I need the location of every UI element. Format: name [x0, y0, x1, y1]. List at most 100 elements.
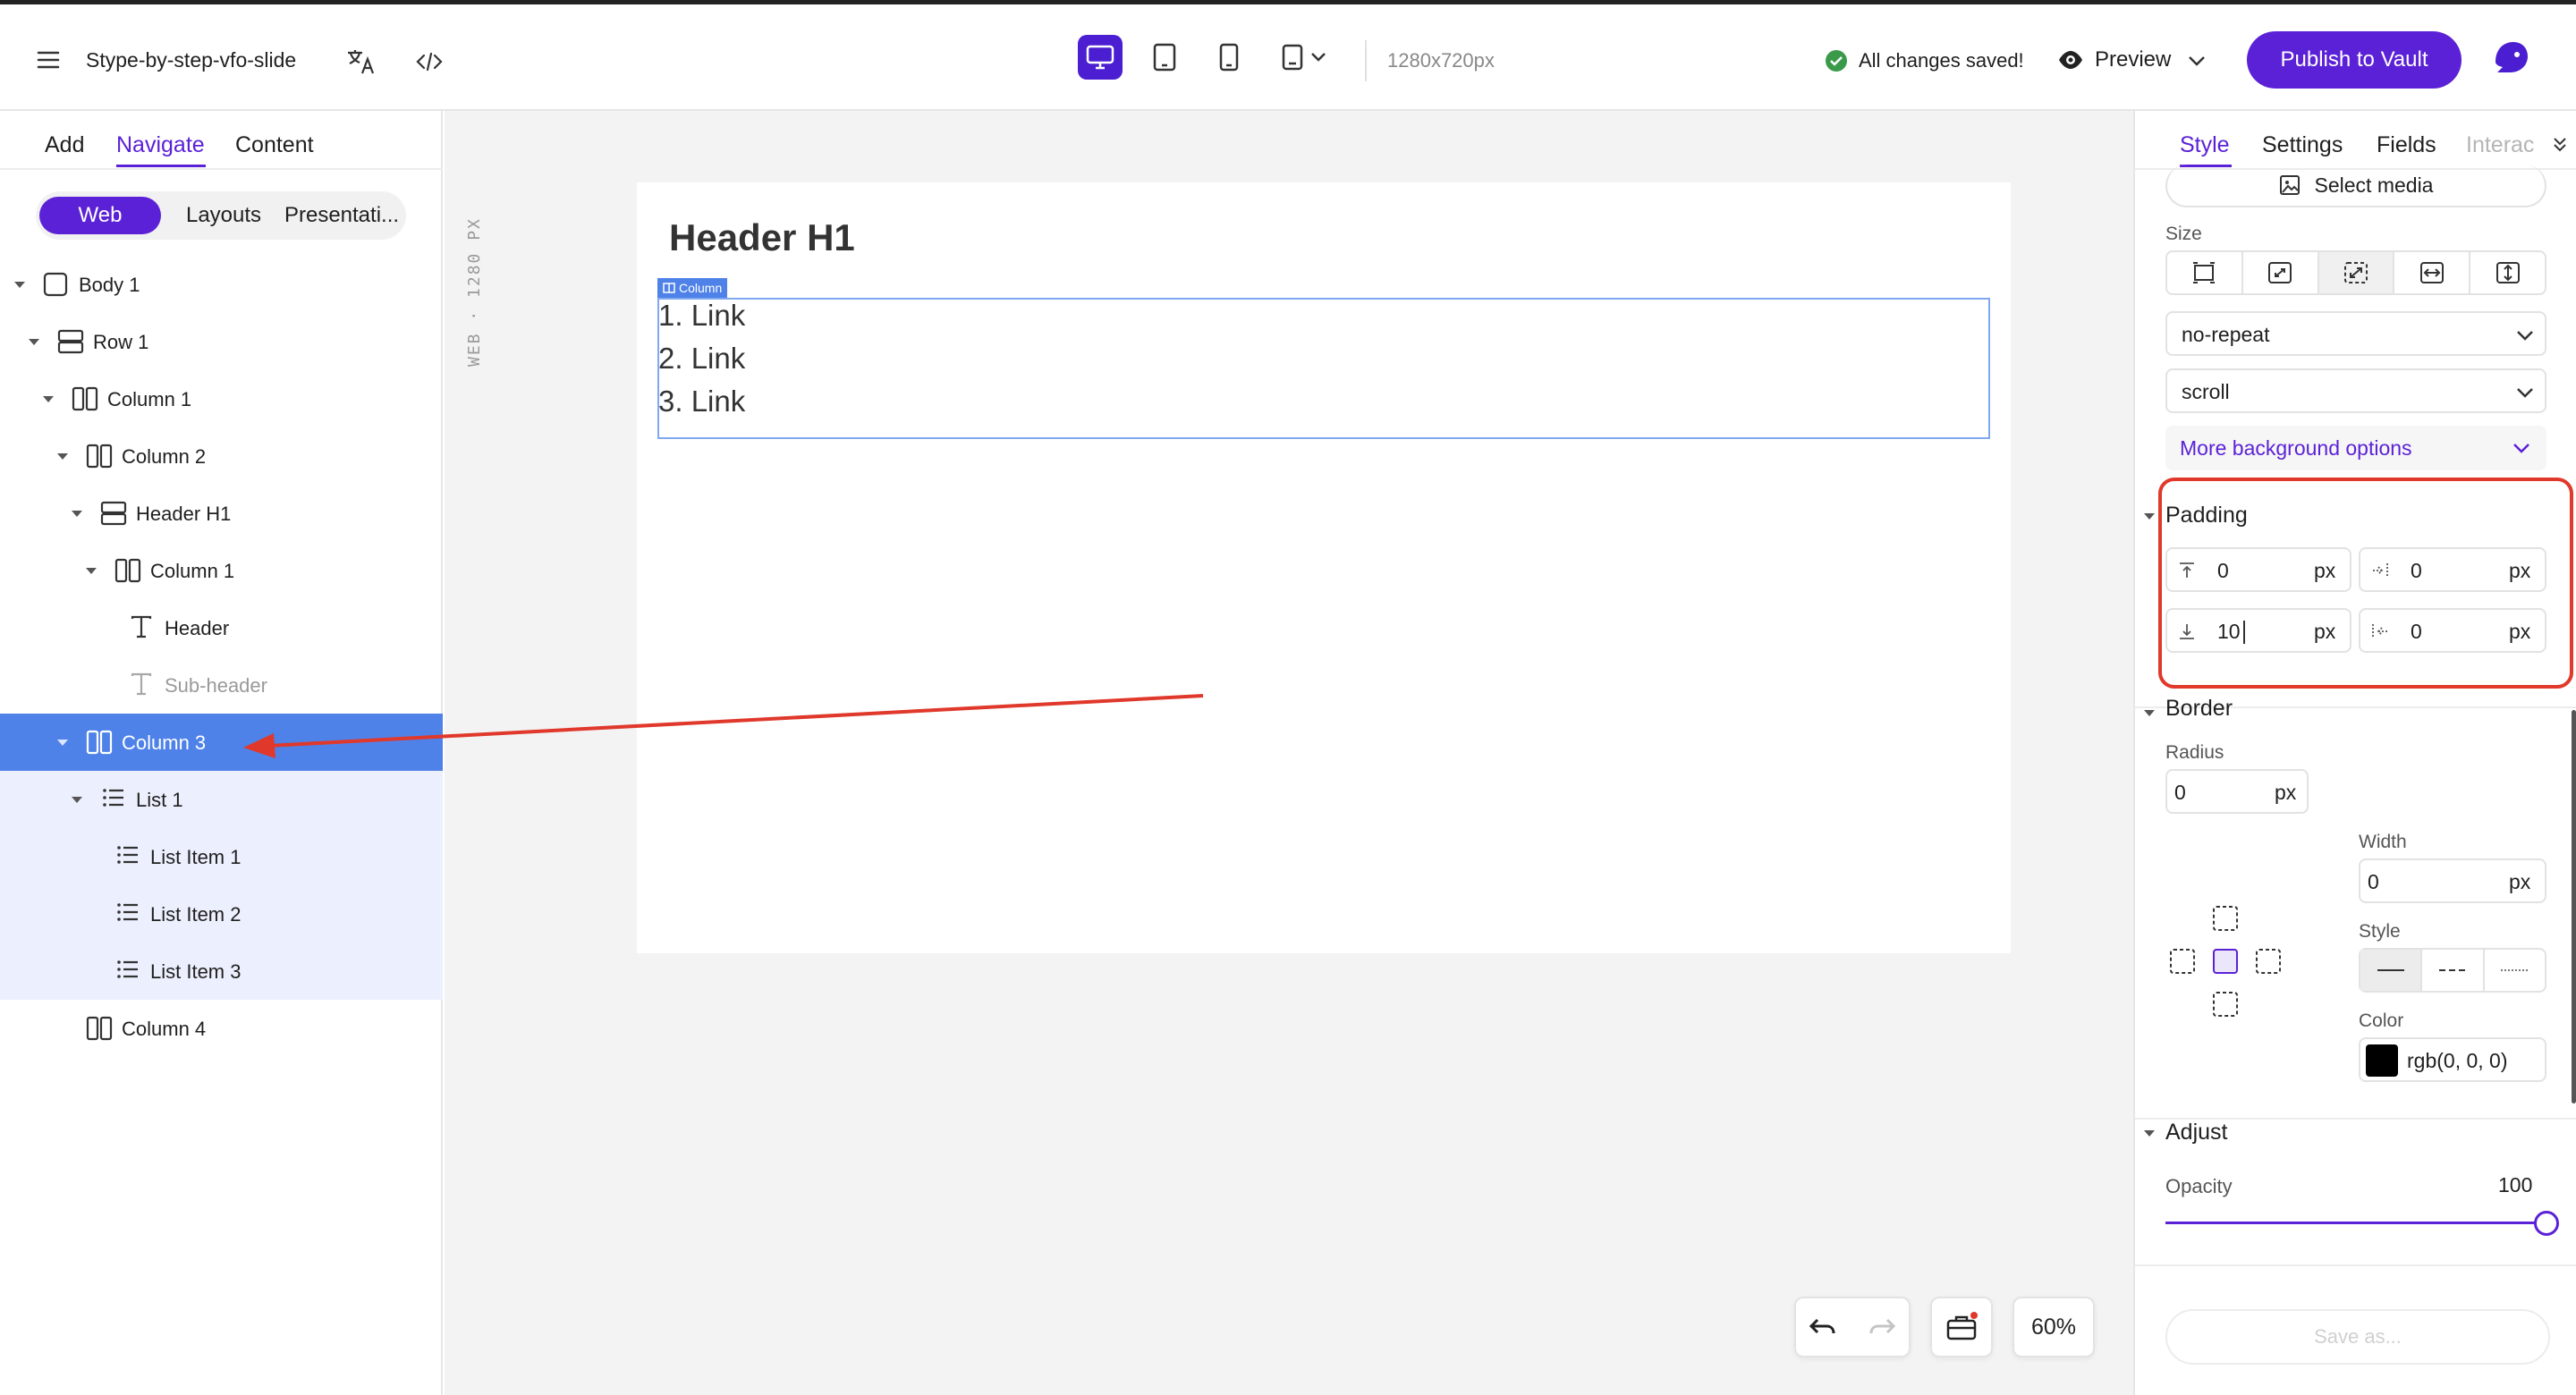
code-icon[interactable]: [410, 42, 449, 81]
mobile-device-button[interactable]: [1207, 35, 1251, 80]
row-icon: [100, 501, 127, 526]
opacity-slider-track[interactable]: [2165, 1222, 2541, 1224]
size-height-option[interactable]: [2470, 252, 2545, 293]
tree-item-label: List 1: [136, 789, 183, 811]
selected-column-frame[interactable]: [657, 298, 1990, 439]
device-dropdown-button[interactable]: [1274, 35, 1343, 80]
radius-field[interactable]: 0 px: [2165, 769, 2309, 814]
more-background-options[interactable]: More background options: [2165, 426, 2546, 470]
expand-caret-icon[interactable]: [72, 797, 82, 803]
color-swatch[interactable]: [2366, 1044, 2398, 1077]
expand-caret-icon[interactable]: [86, 568, 97, 574]
user-avatar-icon[interactable]: [2490, 37, 2533, 81]
redo-icon[interactable]: [1866, 1316, 1896, 1338]
canvas-header-h1[interactable]: Header H1: [669, 216, 855, 259]
tree-item[interactable]: Column 2: [0, 427, 443, 485]
tab-settings[interactable]: Settings: [2262, 132, 2343, 158]
border-style-options: [2359, 948, 2546, 993]
expand-caret-icon[interactable]: [43, 396, 54, 402]
expand-caret-icon[interactable]: [29, 339, 39, 345]
padding-highlight-annotation: [2158, 478, 2573, 689]
device-dropdown-icon: [1282, 44, 1326, 71]
tab-add[interactable]: Add: [45, 132, 84, 158]
tree-item[interactable]: Column 4: [0, 1000, 443, 1057]
expand-caret-icon[interactable]: [57, 453, 68, 460]
size-auto-option[interactable]: [2167, 252, 2243, 293]
select-media-label: Select media: [2314, 173, 2434, 197]
tab-content[interactable]: Content: [235, 132, 314, 158]
tree-item-label: Column 1: [150, 560, 235, 582]
border-collapse-caret[interactable]: [2144, 710, 2155, 716]
list-icon: [116, 901, 140, 923]
segment-presentation[interactable]: Presentati...: [283, 197, 401, 234]
menu-icon[interactable]: [30, 42, 66, 78]
size-width-option[interactable]: [2394, 252, 2471, 293]
tree-item[interactable]: List Item 3: [0, 943, 443, 1000]
text-icon: [131, 672, 152, 696]
toolbar-divider: [1365, 40, 1367, 81]
segment-web[interactable]: Web: [39, 197, 161, 234]
tree-item[interactable]: Column 1: [0, 370, 443, 427]
border-dotted-option[interactable]: [2485, 950, 2545, 991]
attachment-select[interactable]: scroll: [2165, 368, 2546, 413]
mobile-icon: [1219, 43, 1239, 72]
tree-item-label: Sub-header: [165, 674, 267, 697]
tree-item[interactable]: Sub-header: [0, 656, 443, 714]
canvas-list-item[interactable]: 3. Link: [658, 385, 745, 418]
radius-unit: px: [2275, 781, 2297, 804]
tree-item[interactable]: Header: [0, 599, 443, 656]
tree-item[interactable]: Row 1: [0, 313, 443, 370]
border-width-field[interactable]: 0 px: [2359, 858, 2546, 903]
right-panel-scrollbar[interactable]: [2572, 710, 2576, 1103]
project-name[interactable]: Stype-by-step-vfo-slide: [86, 48, 296, 72]
opacity-slider-thumb[interactable]: [2534, 1211, 2559, 1236]
column-icon: [86, 444, 113, 469]
border-sides-selector[interactable]: [2167, 903, 2284, 1019]
publish-button[interactable]: Publish to Vault: [2247, 31, 2462, 89]
padding-collapse-caret[interactable]: [2144, 513, 2155, 520]
undo-icon[interactable]: [1809, 1316, 1839, 1338]
save-as-button[interactable]: Save as...: [2165, 1309, 2550, 1365]
size-height-icon: [2496, 262, 2520, 283]
eye-icon: [2059, 51, 2082, 69]
desktop-device-button[interactable]: [1078, 35, 1123, 80]
tree-item[interactable]: Header H1: [0, 485, 443, 542]
translate-icon[interactable]: [342, 42, 381, 81]
text-icon: [131, 615, 152, 638]
tree-item-label: Column 3: [122, 731, 207, 754]
expand-caret-icon[interactable]: [72, 511, 82, 517]
tab-interactions[interactable]: Interac: [2466, 132, 2534, 158]
canvas-list-item[interactable]: 1. Link: [658, 299, 745, 333]
border-color-field[interactable]: rgb(0, 0, 0): [2359, 1037, 2546, 1082]
tree-item-label: Column 1: [107, 388, 192, 410]
border-dashed-option[interactable]: [2422, 950, 2485, 991]
double-chevron-down-icon[interactable]: [2552, 136, 2568, 154]
expand-caret-icon[interactable]: [14, 282, 25, 288]
size-cover-option[interactable]: [2318, 252, 2395, 293]
expand-caret-icon[interactable]: [57, 740, 68, 746]
column-tag: Column: [657, 278, 728, 298]
canvas-list-item[interactable]: 2. Link: [658, 342, 745, 376]
border-solid-option[interactable]: [2360, 950, 2423, 991]
tree-item[interactable]: Body 1: [0, 256, 443, 313]
preview-button[interactable]: Preview: [2057, 40, 2209, 81]
border-color-value: rgb(0, 0, 0): [2407, 1049, 2508, 1072]
zoom-level[interactable]: 60%: [2012, 1297, 2095, 1357]
left-panel: Add Navigate Content Web Layouts Present…: [0, 111, 443, 1395]
segment-layouts[interactable]: Layouts: [170, 197, 277, 234]
tree-item[interactable]: List 1: [0, 771, 443, 828]
tree-item[interactable]: List Item 2: [0, 885, 443, 943]
repeat-select[interactable]: no-repeat: [2165, 311, 2546, 356]
tree-item[interactable]: Column 1: [0, 542, 443, 599]
column-icon: [86, 730, 113, 755]
select-media-button[interactable]: Select media: [2165, 165, 2546, 207]
tab-fields[interactable]: Fields: [2377, 132, 2436, 158]
size-contain-option[interactable]: [2243, 252, 2319, 293]
tablet-device-button[interactable]: [1142, 35, 1187, 80]
tab-navigate[interactable]: Navigate: [116, 132, 205, 158]
assets-button[interactable]: [1930, 1297, 1993, 1357]
adjust-collapse-caret[interactable]: [2144, 1130, 2155, 1137]
tree-item[interactable]: Column 3: [0, 714, 443, 771]
tree-item[interactable]: List Item 1: [0, 828, 443, 885]
tab-style[interactable]: Style: [2180, 132, 2230, 158]
